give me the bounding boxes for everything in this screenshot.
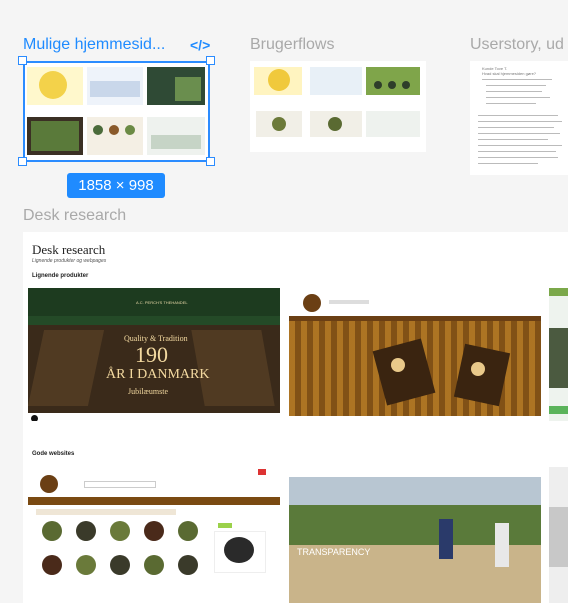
screenshot-partial[interactable] — [549, 288, 568, 421]
section-heading-similar: Lignende produkter — [32, 273, 89, 279]
selection-box[interactable] — [23, 61, 210, 162]
resize-handle-bottom-right[interactable] — [206, 157, 215, 166]
logo-icon — [303, 294, 321, 312]
mockup-thumb — [366, 67, 420, 95]
transparency-overlay: TRANSPARENCY — [297, 547, 371, 557]
frame-thumbnail-brugerflows[interactable] — [250, 61, 426, 152]
section-heading-good: Gode websites — [32, 451, 75, 457]
screenshot-perchs-thehandel[interactable]: A.C. PERCH'S THEHANDEL Quality & Traditi… — [28, 288, 280, 421]
perchs-brand: A.C. PERCH'S THEHANDEL — [136, 300, 188, 305]
resize-handle-bottom-left[interactable] — [18, 157, 27, 166]
mockup-thumb — [254, 67, 302, 95]
screenshot-partial-2[interactable] — [549, 467, 568, 603]
hero-line3: ÅR I DANMARK — [106, 367, 210, 382]
mockup-thumb — [310, 67, 362, 95]
frame-label-userstory[interactable]: Userstory, ud — [470, 36, 568, 54]
mockup-thumb — [310, 111, 362, 137]
mockup-thumb — [366, 111, 420, 137]
screenshot-transparency[interactable]: TRANSPARENCY — [289, 467, 541, 603]
close-icon[interactable] — [258, 469, 266, 475]
frame-label-mulige-hjemmesider[interactable]: Mulige hjemmesid... — [23, 36, 183, 54]
chat-icon[interactable] — [31, 415, 38, 421]
screenshot-product-grid[interactable] — [28, 467, 280, 603]
desk-subtitle: Lignende produkter og webpages — [32, 258, 107, 264]
code-icon[interactable]: </> — [190, 37, 210, 53]
desk-research-board[interactable]: Desk research Lignende produkter og webp… — [23, 232, 568, 603]
resize-handle-top-right[interactable] — [206, 56, 215, 65]
frame-label-desk-research[interactable]: Desk research — [23, 207, 126, 225]
resize-handle-top-left[interactable] — [18, 56, 27, 65]
selection-dimensions-badge: 1858 × 998 — [67, 173, 165, 198]
hero-line4: Jubilæumste — [128, 387, 169, 396]
screenshot-tea-shop[interactable] — [289, 288, 541, 421]
mockup-thumb — [256, 111, 302, 137]
frame-thumbnail-userstory[interactable]: Kunde Tove T. Hvad skal hjemmesiden gøre… — [470, 61, 568, 175]
hero-line2: 190 — [135, 342, 168, 367]
logo-icon — [40, 475, 58, 493]
frame-label-brugerflows[interactable]: Brugerflows — [250, 36, 334, 54]
userstory-line: Hvad skal hjemmesiden gøre? — [482, 71, 537, 76]
desk-title: Desk research — [32, 242, 106, 257]
